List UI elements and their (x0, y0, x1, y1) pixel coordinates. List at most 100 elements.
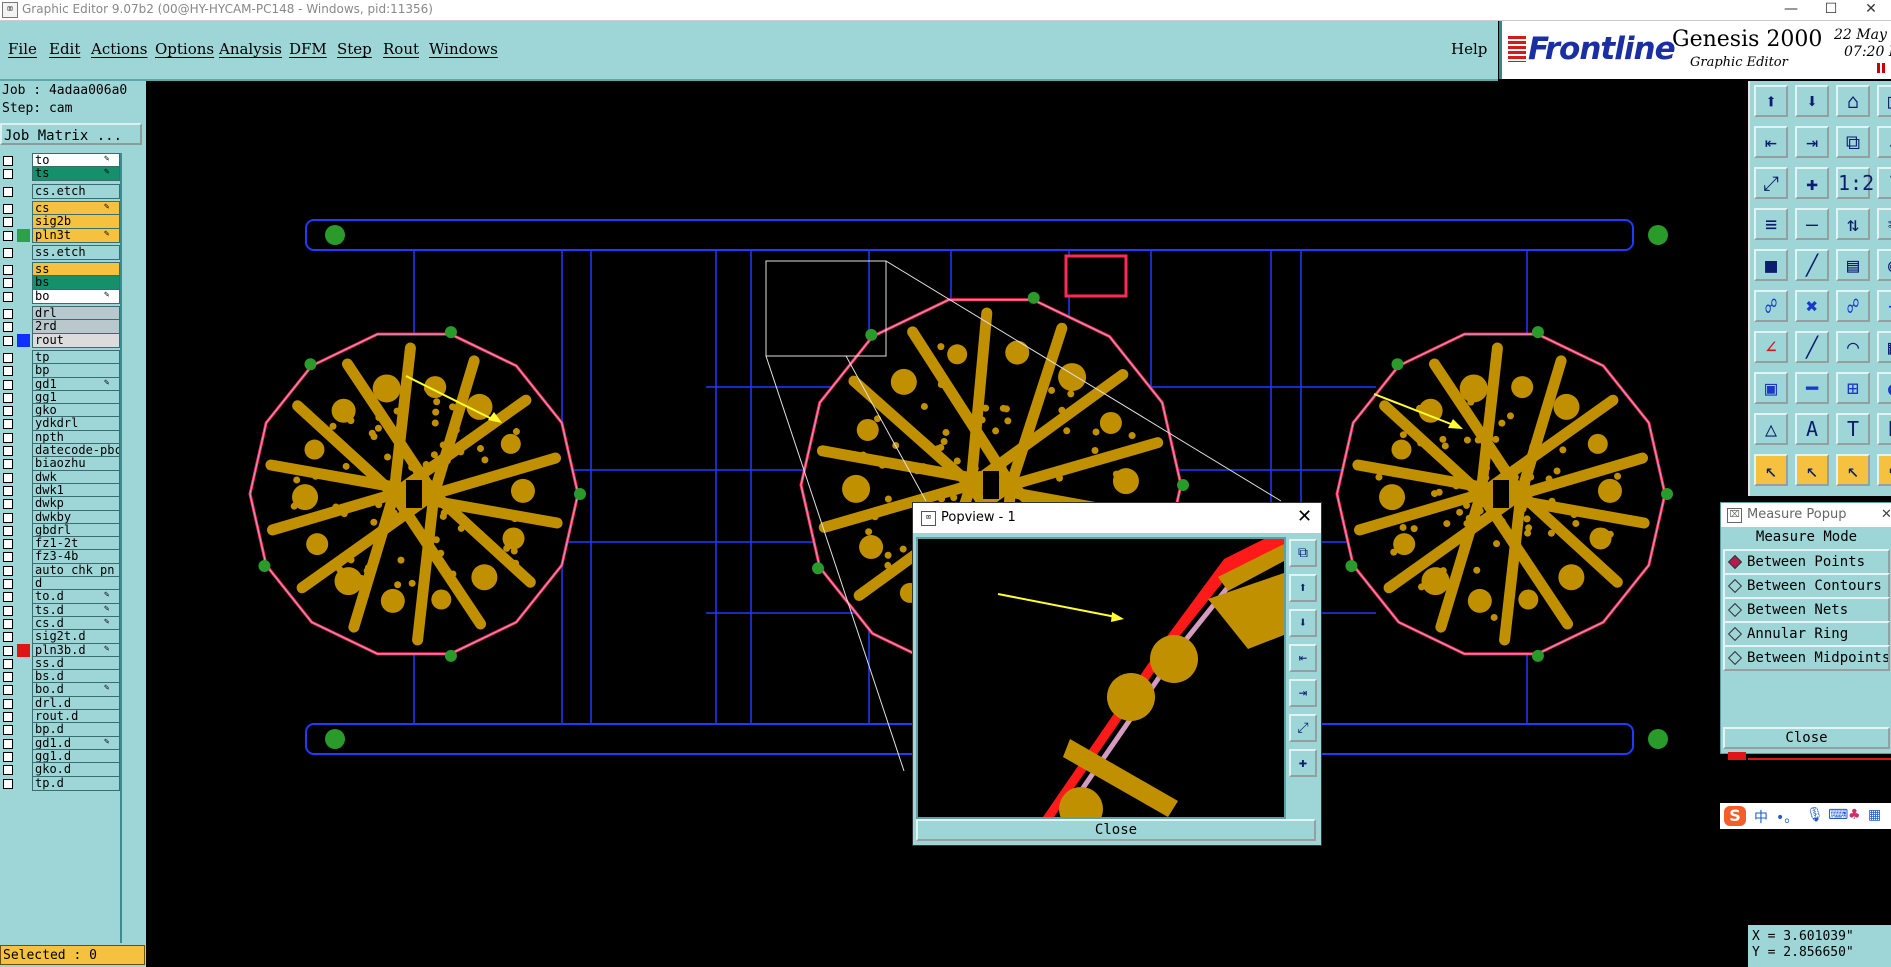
triangle-a-button[interactable]: A (1795, 413, 1829, 445)
pan-left-button[interactable]: ⇤ (1754, 126, 1788, 158)
layer-row[interactable]: ss.etch (0, 244, 146, 260)
layer-row[interactable]: pln3b.d ✎ (0, 642, 146, 658)
layer-row[interactable]: rout.d (0, 709, 146, 724)
layer-row[interactable]: to ✎ (0, 153, 146, 168)
layer-checkbox[interactable] (3, 322, 13, 333)
pan-right-button[interactable]: ⇥ (1795, 126, 1829, 158)
pointer-select-button[interactable]: ↖ (1795, 454, 1829, 486)
layer-row[interactable]: dwk1 (0, 482, 146, 498)
pan-left-button[interactable]: ⇤ (1289, 644, 1317, 672)
diagonal-line-button[interactable]: ╱ (1795, 331, 1829, 363)
triangle-t-button[interactable]: T (1836, 413, 1870, 445)
triangle-button[interactable]: △ (1754, 413, 1788, 445)
layer-checkbox[interactable] (3, 278, 13, 289)
layer-row[interactable]: dwkp (0, 496, 146, 512)
layer-checkbox[interactable] (3, 230, 13, 241)
zoom-out-button[interactable]: ⬇ (1289, 609, 1317, 637)
layer-checkbox[interactable] (3, 778, 13, 789)
layer-row[interactable]: fz3-4b (0, 549, 146, 565)
layer-checkbox[interactable] (3, 738, 13, 749)
skin-icon[interactable]: ♣ (1848, 807, 1861, 823)
layer-row[interactable]: gko.d (0, 762, 146, 778)
red-line-button[interactable]: ━ (1795, 372, 1829, 404)
grid-button[interactable]: ▦ (1877, 331, 1891, 363)
line-pad-button[interactable]: ☍ (1836, 290, 1870, 322)
menu-actions[interactable]: Actions (91, 40, 147, 58)
sogou-icon[interactable]: S (1724, 806, 1746, 826)
zoom-in-button[interactable]: ⬆ (1289, 574, 1317, 602)
layer-checkbox[interactable] (3, 512, 13, 523)
pointer-extra-button[interactable]: ↖ (1877, 454, 1891, 486)
pan-right-button[interactable]: ⇥ (1289, 679, 1317, 707)
layer-row[interactable]: cs ✎ (0, 200, 146, 216)
layer-checkbox[interactable] (3, 203, 13, 214)
close-icon[interactable]: ✕ (1297, 506, 1312, 527)
black-square-button[interactable]: ■ (1754, 249, 1788, 281)
cross-button[interactable]: ✖ (1795, 290, 1829, 322)
layer-checkbox[interactable] (3, 725, 13, 736)
layer-row[interactable]: gbdrl (0, 522, 146, 538)
punctuation-icon[interactable]: •。 (1776, 807, 1798, 827)
layer-checkbox[interactable] (3, 335, 13, 346)
layer-row[interactable]: dwkby (0, 509, 146, 525)
layer-checkbox[interactable] (3, 247, 13, 258)
layer-checkbox[interactable] (3, 685, 13, 696)
zoom-home-button[interactable]: ✚ (1289, 749, 1317, 777)
layer-row[interactable]: gg1.d (0, 748, 146, 764)
layer-checkbox[interactable] (3, 406, 13, 417)
one-to-one-button[interactable]: 1:2 (1836, 167, 1874, 199)
menu-windows[interactable]: Windows (429, 40, 498, 58)
layer-row[interactable]: ydkdrl (0, 416, 146, 432)
layer-checkbox[interactable] (3, 565, 13, 576)
layer-toggle-button[interactable]: ⇅ (1836, 208, 1870, 240)
layer-row[interactable]: pln3t ✎ (0, 227, 146, 243)
layer-row[interactable]: bp.d (0, 722, 146, 738)
maximize-button[interactable]: ☐ (1811, 0, 1851, 20)
layer-row[interactable]: biaozhu (0, 456, 146, 472)
layer-checkbox[interactable] (3, 309, 13, 319)
layer-checkbox[interactable] (3, 618, 13, 629)
layer-row[interactable]: bo ✎ (0, 288, 146, 304)
menu-analysis[interactable]: Analysis (219, 40, 282, 58)
measure-option[interactable]: Between Midpoints (1723, 645, 1890, 671)
layer-row[interactable]: auto_chk_pn (0, 562, 146, 578)
layer-checkbox[interactable] (3, 291, 13, 302)
layer-row[interactable]: gd1 ✎ (0, 376, 146, 392)
layer-checkbox[interactable] (3, 499, 13, 510)
layer-row[interactable]: bs (0, 275, 146, 291)
layer-row[interactable]: gg1 (0, 389, 146, 405)
measure-option[interactable]: Between Points (1723, 549, 1890, 575)
layer-checkbox[interactable] (3, 592, 13, 603)
layer-checkbox[interactable] (3, 485, 13, 496)
layer-row[interactable]: gd1.d ✎ (0, 735, 146, 751)
layer-row[interactable]: bo.d ✎ (0, 682, 146, 698)
zoom-window-button[interactable]: ⧉ (1289, 539, 1317, 567)
measure-option[interactable]: Between Contours (1723, 573, 1890, 599)
layer-row[interactable]: cs.d ✎ (0, 615, 146, 631)
menu-options[interactable]: Options (155, 40, 214, 58)
layer-row[interactable]: bs.d (0, 669, 146, 685)
layer-row[interactable]: sig2t.d (0, 629, 146, 645)
layer-row[interactable]: 2rd (0, 319, 146, 335)
layer-name[interactable]: rout (32, 332, 120, 348)
arc-button[interactable]: ◠ (1836, 331, 1870, 363)
measure-close-button[interactable]: Close (1723, 727, 1890, 749)
pointer-button[interactable]: ↖ (1754, 454, 1788, 486)
layer-checkbox[interactable] (3, 156, 13, 166)
job-matrix-button[interactable]: Job Matrix ... (0, 123, 142, 145)
zoom-fit-button[interactable]: ⤢ (1289, 714, 1317, 742)
menu-edit[interactable]: Edit (49, 40, 80, 58)
layer-row[interactable]: ss.d (0, 655, 146, 671)
layer-row[interactable]: dwk (0, 469, 146, 485)
layer-checkbox[interactable] (3, 525, 13, 536)
menu-help[interactable]: Help (1451, 40, 1487, 58)
probe-button[interactable]: ― (1795, 208, 1829, 240)
clip-button[interactable]: ✂ (1877, 208, 1891, 240)
popview-canvas[interactable] (916, 529, 1286, 831)
layer-checkbox[interactable] (3, 632, 13, 643)
layer-row[interactable]: gko (0, 403, 146, 419)
layer-checkbox[interactable] (3, 459, 13, 470)
layer-row[interactable]: datecode-pbc (0, 443, 146, 458)
zoom-fit-button[interactable]: ⤢ (1754, 167, 1788, 199)
home-button[interactable]: ⌂ (1836, 85, 1870, 117)
